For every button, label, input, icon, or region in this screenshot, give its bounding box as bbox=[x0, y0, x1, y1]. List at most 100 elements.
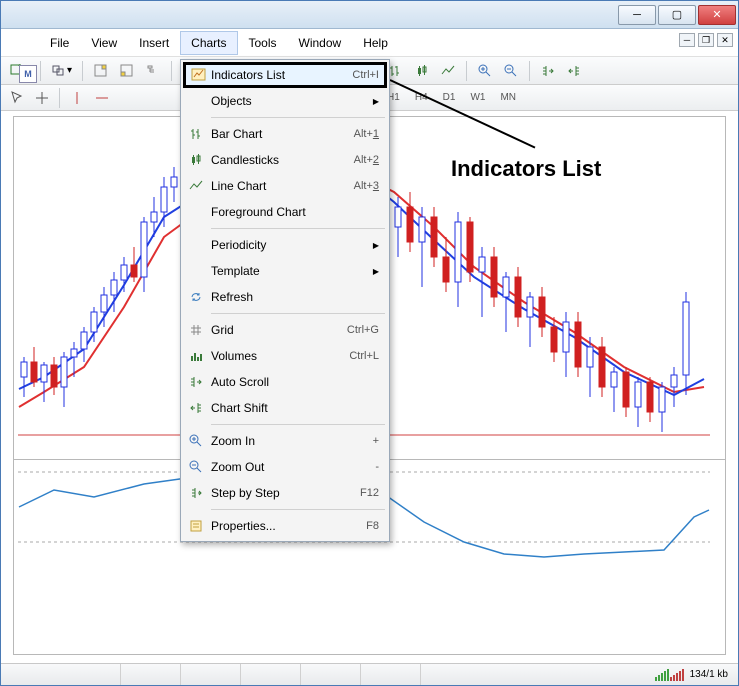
connection-bars-icon bbox=[655, 669, 684, 681]
menu-item-label: Line Chart bbox=[211, 179, 266, 193]
grid-icon bbox=[187, 321, 205, 339]
titlebar: ─ ▢ ✕ bbox=[1, 1, 738, 29]
traffic-label: 134/1 kb bbox=[690, 669, 728, 680]
volumes-icon bbox=[187, 347, 205, 365]
submenu-arrow-icon: ▶ bbox=[373, 97, 379, 106]
menu-insert[interactable]: Insert bbox=[128, 31, 180, 55]
menu-volumes[interactable]: Volumes Ctrl+L bbox=[183, 343, 387, 369]
menu-indicators-list[interactable]: Indicators List Ctrl+I bbox=[183, 62, 387, 88]
menu-item-label: Volumes bbox=[211, 349, 257, 363]
menu-candlesticks[interactable]: Candlesticks Alt+2 bbox=[183, 147, 387, 173]
shortcut-label: Alt+2 bbox=[354, 154, 379, 166]
menu-item-label: Template bbox=[211, 264, 260, 278]
menu-grid[interactable]: Grid Ctrl+G bbox=[183, 317, 387, 343]
menu-objects[interactable]: Objects ▶ bbox=[183, 88, 387, 114]
auto-scroll-icon bbox=[187, 373, 205, 391]
minimize-button[interactable]: ─ bbox=[618, 5, 656, 25]
menu-zoom-in[interactable]: Zoom In + bbox=[183, 428, 387, 454]
zoom-in-button[interactable] bbox=[473, 60, 497, 82]
menu-item-label: Objects bbox=[211, 94, 252, 108]
status-seg bbox=[121, 664, 181, 685]
menu-help[interactable]: Help bbox=[352, 31, 399, 55]
menu-view[interactable]: View bbox=[80, 31, 128, 55]
menu-line-chart[interactable]: Line Chart Alt+3 bbox=[183, 173, 387, 199]
menu-foreground-chart[interactable]: Foreground Chart bbox=[183, 199, 387, 225]
menu-periodicity[interactable]: Periodicity ▶ bbox=[183, 232, 387, 258]
shortcut-label: Alt+3 bbox=[354, 180, 379, 192]
line-chart-icon bbox=[187, 177, 205, 195]
mdi-minimize-button[interactable]: ─ bbox=[679, 33, 695, 47]
menu-item-label: Candlesticks bbox=[211, 153, 279, 167]
navigator-button[interactable] bbox=[141, 60, 165, 82]
menu-chart-shift[interactable]: Chart Shift bbox=[183, 395, 387, 421]
auto-scroll-button[interactable] bbox=[536, 60, 560, 82]
menu-item-label: Refresh bbox=[211, 290, 253, 304]
vline-button[interactable] bbox=[65, 87, 89, 109]
zoom-out-button[interactable] bbox=[499, 60, 523, 82]
menu-window[interactable]: Window bbox=[288, 31, 353, 55]
shortcut-label: Alt+1 bbox=[354, 128, 379, 140]
menubar: M File View Insert Charts Tools Window H… bbox=[1, 29, 738, 57]
shortcut-label: Ctrl+G bbox=[347, 324, 379, 336]
menu-template[interactable]: Template ▶ bbox=[183, 258, 387, 284]
zoom-in-icon bbox=[187, 432, 205, 450]
market-watch-button[interactable] bbox=[89, 60, 113, 82]
app-window: ─ ▢ ✕ M File View Insert Charts Tools Wi… bbox=[0, 0, 739, 686]
indicators-icon bbox=[190, 66, 208, 84]
crosshair-button[interactable] bbox=[30, 87, 54, 109]
menu-properties[interactable]: Properties... F8 bbox=[183, 513, 387, 539]
menu-item-label: Auto Scroll bbox=[211, 375, 269, 389]
maximize-button[interactable]: ▢ bbox=[658, 5, 696, 25]
menu-file[interactable]: File bbox=[39, 31, 80, 55]
status-seg bbox=[181, 664, 241, 685]
charts-dropdown: Indicators List Ctrl+I Objects ▶ Bar Cha… bbox=[180, 59, 390, 542]
shortcut-label: F8 bbox=[366, 520, 379, 532]
status-seg bbox=[361, 664, 421, 685]
tf-mn[interactable]: MN bbox=[493, 88, 523, 108]
hline-button[interactable] bbox=[90, 87, 114, 109]
menu-item-label: Zoom Out bbox=[211, 460, 264, 474]
profiles-button[interactable]: ▾ bbox=[47, 60, 76, 82]
menu-item-label: Periodicity bbox=[211, 238, 266, 252]
mdi-restore-button[interactable]: ❐ bbox=[698, 33, 714, 47]
refresh-icon bbox=[187, 288, 205, 306]
status-seg bbox=[241, 664, 301, 685]
close-button[interactable]: ✕ bbox=[698, 5, 736, 25]
line-chart-button[interactable] bbox=[436, 60, 460, 82]
tf-w1[interactable]: W1 bbox=[463, 88, 492, 108]
menu-bar-chart[interactable]: Bar Chart Alt+1 bbox=[183, 121, 387, 147]
cursor-button[interactable] bbox=[5, 87, 29, 109]
menu-charts[interactable]: Charts bbox=[180, 31, 237, 55]
chart-shift-button[interactable] bbox=[562, 60, 586, 82]
bar-chart-icon bbox=[187, 125, 205, 143]
candle-chart-button[interactable] bbox=[410, 60, 434, 82]
menu-item-label: Chart Shift bbox=[211, 401, 268, 415]
menu-refresh[interactable]: Refresh bbox=[183, 284, 387, 310]
menu-item-label: Step by Step bbox=[211, 486, 280, 500]
menu-step-by-step[interactable]: Step by Step F12 bbox=[183, 480, 387, 506]
menu-item-label: Grid bbox=[211, 323, 234, 337]
menu-item-label: Bar Chart bbox=[211, 127, 262, 141]
status-seg bbox=[1, 664, 121, 685]
callout-label: Indicators List bbox=[451, 156, 601, 182]
properties-icon bbox=[187, 517, 205, 535]
zoom-out-icon bbox=[187, 458, 205, 476]
statusbar: 134/1 kb bbox=[1, 663, 738, 685]
menu-zoom-out[interactable]: Zoom Out - bbox=[183, 454, 387, 480]
menu-item-label: Foreground Chart bbox=[211, 205, 306, 219]
menu-item-label: Indicators List bbox=[211, 68, 285, 82]
shortcut-label: Ctrl+L bbox=[349, 350, 379, 362]
candlestick-icon bbox=[187, 151, 205, 169]
submenu-arrow-icon: ▶ bbox=[373, 241, 379, 250]
shortcut-label: Ctrl+I bbox=[352, 69, 379, 81]
menu-auto-scroll[interactable]: Auto Scroll bbox=[183, 369, 387, 395]
menu-tools[interactable]: Tools bbox=[238, 31, 288, 55]
status-seg bbox=[301, 664, 361, 685]
shortcut-label: F12 bbox=[360, 487, 379, 499]
mdi-close-button[interactable]: ✕ bbox=[717, 33, 733, 47]
chart-shift-icon bbox=[187, 399, 205, 417]
app-icon: M bbox=[19, 65, 37, 83]
data-window-button[interactable] bbox=[115, 60, 139, 82]
menu-item-label: Properties... bbox=[211, 519, 276, 533]
menu-item-label: Zoom In bbox=[211, 434, 255, 448]
